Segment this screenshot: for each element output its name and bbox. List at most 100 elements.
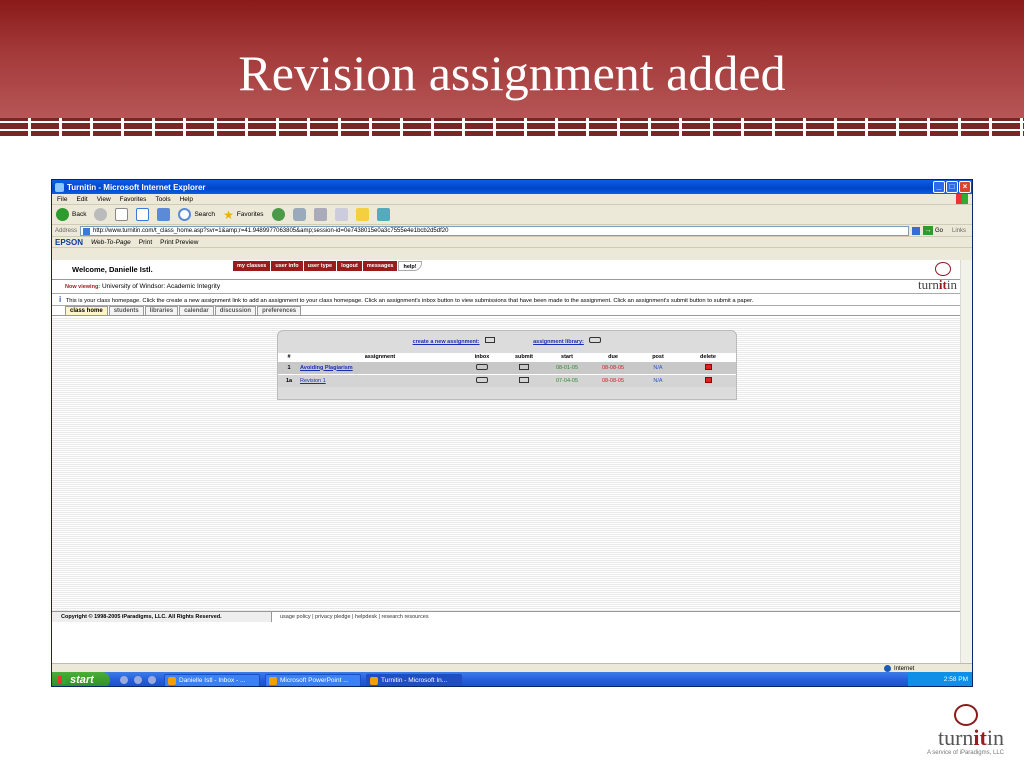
- now-viewing-label: Now viewing:: [65, 284, 101, 290]
- inbox-icon[interactable]: [476, 376, 488, 383]
- stop-icon[interactable]: [115, 208, 129, 221]
- menu-favorites[interactable]: Favorites: [120, 196, 147, 203]
- home-icon[interactable]: [157, 208, 171, 221]
- window-title: Turnitin - Microsoft Internet Explorer: [67, 182, 206, 192]
- tab-libraries[interactable]: libraries: [144, 306, 179, 315]
- menu-tools[interactable]: Tools: [155, 196, 170, 203]
- links-button[interactable]: Links: [952, 228, 966, 234]
- back-arrow-icon: [56, 208, 69, 221]
- panel-links: create a new assignment: assignment libr…: [278, 331, 736, 353]
- col-post: post: [636, 353, 680, 361]
- brand-subtitle: A service of iParadigms, LLC: [926, 750, 1004, 756]
- system-tray: 2:58 PM: [908, 672, 972, 686]
- nav-logout[interactable]: logout: [337, 261, 362, 271]
- epson-print-button[interactable]: Print: [139, 239, 152, 246]
- assignment-library-link[interactable]: assignment library:: [533, 339, 584, 345]
- task-powerpoint[interactable]: Microsoft PowerPoint ...: [265, 673, 361, 686]
- go-arrow-icon: →: [922, 226, 933, 235]
- delete-icon[interactable]: [704, 376, 712, 383]
- assignment-panel: create a new assignment: assignment libr…: [277, 330, 737, 400]
- go-button[interactable]: → Go: [922, 226, 943, 235]
- menu-file[interactable]: File: [57, 196, 67, 203]
- page-content: Welcome, Danielle Istl. my classes user …: [52, 260, 961, 663]
- class-home-body: create a new assignment: assignment libr…: [52, 317, 961, 611]
- nav-help[interactable]: help!: [398, 261, 422, 271]
- edit-icon[interactable]: [334, 208, 348, 221]
- col-num: #: [278, 353, 300, 361]
- library-icon[interactable]: [589, 337, 602, 343]
- address-bar: Address http://www.turnitin.com/t_class_…: [52, 225, 972, 237]
- folder-icon[interactable]: [355, 208, 369, 221]
- now-viewing-class: University of Windsor: Academic Integrit…: [101, 283, 221, 290]
- taskbar: start Danielle Istl - Inbox - ... Micros…: [52, 672, 972, 686]
- nav-user-info[interactable]: user info: [271, 261, 303, 271]
- print-icon[interactable]: [313, 208, 327, 221]
- create-assignment-link[interactable]: create a new assignment:: [413, 339, 480, 345]
- turnitin-logo-icon: [935, 262, 951, 276]
- favorites-button[interactable]: ★ Favorites: [223, 208, 264, 222]
- nav-user-type[interactable]: user type: [303, 261, 337, 271]
- nav-my-classes[interactable]: my classes: [233, 261, 271, 271]
- menu-help[interactable]: Help: [180, 196, 193, 203]
- assignment-link[interactable]: Avoiding Plagiarism: [300, 365, 353, 371]
- col-due: due: [590, 353, 636, 361]
- delete-icon[interactable]: [704, 363, 712, 370]
- submit-icon[interactable]: [519, 376, 529, 383]
- browser-window: Turnitin - Microsoft Internet Explorer _…: [51, 179, 973, 687]
- vertical-scrollbar[interactable]: [960, 260, 972, 663]
- menu-edit[interactable]: Edit: [76, 196, 87, 203]
- windows-logo-icon: [956, 194, 968, 204]
- menu-bar: File Edit View Favorites Tools Help: [52, 194, 972, 205]
- address-input[interactable]: http://www.turnitin.com/t_class_home.asp…: [80, 225, 909, 236]
- welcome-text: Welcome, Danielle Istl.: [72, 265, 153, 274]
- search-button[interactable]: Search: [178, 208, 215, 221]
- assignment-link[interactable]: Revision 1: [300, 378, 326, 384]
- desktop-icon[interactable]: [120, 676, 128, 684]
- menu-view[interactable]: View: [97, 196, 111, 203]
- turnitin-brand-logo: turnitin A service of iParadigms, LLC: [894, 704, 1004, 756]
- post-date: N/A: [636, 360, 680, 374]
- tab-preferences[interactable]: preferences: [257, 306, 302, 315]
- slide-title: Revision assignment added: [238, 45, 786, 101]
- outlook-quicklaunch-icon[interactable]: [148, 676, 156, 684]
- tab-calendar[interactable]: calendar: [179, 306, 214, 315]
- top-nav: my classes user info user type logout me…: [233, 261, 422, 271]
- messenger-icon[interactable]: [376, 208, 390, 221]
- submit-icon[interactable]: [519, 363, 529, 370]
- quick-launch: [120, 676, 156, 684]
- col-assignment: assignment: [300, 353, 460, 361]
- tab-discussion[interactable]: discussion: [214, 306, 257, 315]
- row-num: 1: [278, 360, 300, 374]
- table-row: 1 Avoiding Plagiarism 08-01-05 08-08-05 …: [278, 360, 736, 374]
- copyright: Copyright © 1998-2005 iParadigms, LLC. A…: [52, 612, 272, 622]
- start-button[interactable]: start: [52, 672, 110, 686]
- maximize-button[interactable]: □: [946, 181, 958, 193]
- globe-icon: [884, 665, 891, 672]
- tab-students[interactable]: students: [108, 306, 144, 315]
- minimize-button[interactable]: _: [933, 181, 945, 193]
- col-delete: delete: [680, 353, 736, 361]
- dropdown-icon[interactable]: [911, 226, 920, 235]
- due-date: 08-08-05: [590, 360, 636, 374]
- print-preview-button[interactable]: Print Preview: [160, 239, 198, 246]
- tab-class-home[interactable]: class home: [65, 306, 108, 315]
- back-button[interactable]: Back: [56, 208, 86, 221]
- inbox-icon[interactable]: [476, 363, 488, 370]
- close-button[interactable]: ×: [959, 181, 971, 193]
- media-icon[interactable]: [271, 208, 285, 221]
- window-titlebar[interactable]: Turnitin - Microsoft Internet Explorer _…: [52, 180, 972, 194]
- ie-quicklaunch-icon[interactable]: [134, 676, 142, 684]
- footer-links[interactable]: usage policy | privacy pledge | helpdesk…: [280, 612, 429, 622]
- task-outlook[interactable]: Danielle Istl - Inbox - ...: [164, 673, 260, 686]
- row-num: 1a: [278, 373, 300, 387]
- new-assignment-icon[interactable]: [485, 337, 496, 343]
- refresh-icon[interactable]: [136, 208, 150, 221]
- mail-icon[interactable]: [292, 208, 306, 221]
- nav-messages[interactable]: messages: [362, 261, 398, 271]
- web-to-page-button[interactable]: Web-To-Page: [91, 239, 131, 246]
- task-turnitin[interactable]: Turnitin - Microsoft In...: [366, 673, 462, 686]
- col-submit: submit: [504, 353, 544, 361]
- class-tabs: class home students libraries calendar d…: [52, 306, 961, 316]
- forward-button[interactable]: [94, 208, 108, 221]
- epson-toolbar: EPSON Web-To-Page Print Print Preview: [52, 237, 972, 248]
